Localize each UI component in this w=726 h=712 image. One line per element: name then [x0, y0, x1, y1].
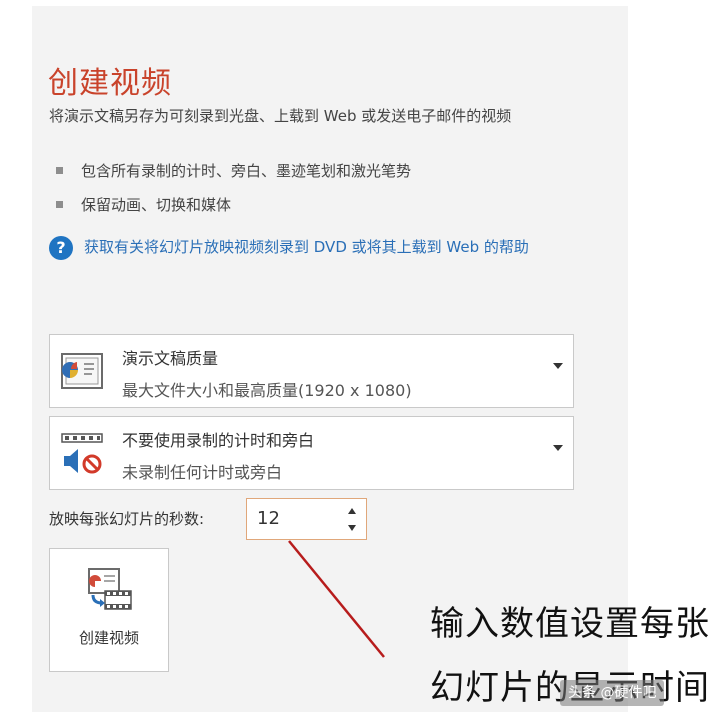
quality-title: 演示文稿质量	[122, 349, 219, 368]
bullet-square-icon	[56, 167, 63, 174]
seconds-spinner[interactable]: 12	[246, 498, 367, 540]
narration-dropdown[interactable]: 不要使用录制的计时和旁白 未录制任何计时或旁白	[49, 416, 574, 490]
create-video-label: 创建视频	[78, 629, 139, 647]
question-circle-icon: ?	[49, 236, 73, 260]
seconds-input[interactable]: 12	[257, 508, 280, 529]
page-title: 创建视频	[48, 66, 172, 101]
create-video-button[interactable]: 创建视频	[49, 548, 169, 672]
watermark-badge: 头条 @硬件吧	[560, 680, 665, 706]
spin-up-icon[interactable]	[346, 505, 358, 517]
narration-title: 不要使用录制的计时和旁白	[122, 431, 315, 450]
bullet-square-icon	[56, 201, 63, 208]
no-narration-icon	[61, 433, 103, 474]
presentation-quality-icon	[61, 353, 103, 389]
chevron-down-icon	[553, 445, 563, 451]
quality-subtitle: 最大文件大小和最高质量(1920 x 1080)	[122, 381, 412, 400]
create-video-icon	[88, 568, 132, 610]
seconds-label: 放映每张幻灯片的秒数:	[49, 510, 205, 528]
annotation-text-line1: 输入数值设置每张	[430, 604, 710, 644]
help-link[interactable]: 获取有关将幻灯片放映视频刻录到 DVD 或将其上载到 Web 的帮助	[84, 236, 574, 258]
bullet-label: 包含所有录制的计时、旁白、墨迹笔划和激光笔势	[81, 162, 412, 180]
bullet-item-timings: 包含所有录制的计时、旁白、墨迹笔划和激光笔势	[56, 160, 411, 181]
bullet-item-animations: 保留动画、切换和媒体	[56, 194, 231, 215]
screenshot-stage: 创建视频 将演示文稿另存为可刻录到光盘、上载到 Web 或发送电子邮件的视频 包…	[0, 0, 726, 712]
quality-dropdown[interactable]: 演示文稿质量 最大文件大小和最高质量(1920 x 1080)	[49, 334, 574, 408]
spin-down-icon[interactable]	[346, 522, 358, 534]
bullet-label: 保留动画、切换和媒体	[81, 196, 232, 214]
narration-subtitle: 未录制任何计时或旁白	[122, 463, 283, 482]
chevron-down-icon	[553, 363, 563, 369]
description-text: 将演示文稿另存为可刻录到光盘、上载到 Web 或发送电子邮件的视频	[49, 107, 512, 125]
